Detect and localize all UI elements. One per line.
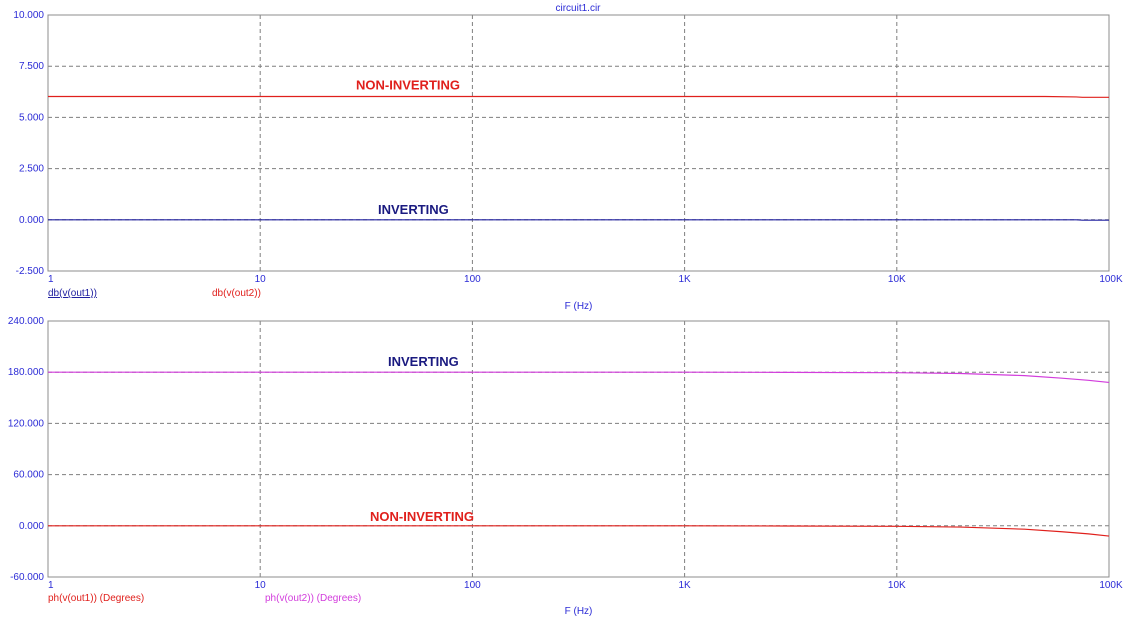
y-tick-label: 120.000 <box>8 418 45 429</box>
y-tick-label: 60.000 <box>13 470 44 481</box>
annotation-label: INVERTING <box>388 354 459 369</box>
y-tick-label: -2.500 <box>16 266 45 277</box>
annotation-label: INVERTING <box>378 202 449 217</box>
y-tick-label: 7.500 <box>19 61 44 72</box>
legend-entry: ph(v(out2)) (Degrees) <box>265 593 361 604</box>
y-tick-label: 180.000 <box>8 367 45 378</box>
x-tick-label: 1K <box>678 274 691 285</box>
x-tick-label: 10K <box>888 274 906 285</box>
bode-plot-figure: circuit1.cir -2.500 0.000 2.500 5.000 7.500 1… <box>8 3 1123 617</box>
y-tick-label: 0.000 <box>19 215 44 226</box>
plot-frame <box>47 14 1110 272</box>
series-line-db-v-out2- <box>48 95 1109 98</box>
plot-frame <box>47 320 1110 578</box>
annotation-label: NON-INVERTING <box>370 509 474 524</box>
x-tick-label: 100K <box>1099 580 1123 591</box>
x-tick-label: 100K <box>1099 274 1123 285</box>
series-line-ph-v-out1-degrees- <box>48 525 1110 537</box>
plot-panel-2: -60.000 0.000 60.000 120.000 180.000 240.000 1… <box>8 316 1123 617</box>
x-tick-label: 1 <box>48 274 54 285</box>
y-tick-label: 2.500 <box>19 164 44 175</box>
x-tick-label: 10K <box>888 580 906 591</box>
annotation-label: NON-INVERTING <box>356 78 460 93</box>
y-tick-label: 240.000 <box>8 316 45 327</box>
legend-entry: db(v(out2)) <box>212 288 261 299</box>
x-tick-label: 1 <box>48 580 54 591</box>
plot-panel-1: -2.500 0.000 2.500 5.000 7.500 10.000 1 10 100 1K… <box>13 10 1123 312</box>
x-tick-label: 100 <box>464 274 481 285</box>
y-tick-label: 5.000 <box>19 112 44 123</box>
series-line-ph-v-out2-degrees- <box>48 371 1110 384</box>
x-tick-label: 1K <box>678 580 691 591</box>
figure-title: circuit1.cir <box>555 3 601 14</box>
x-axis-label: F (Hz) <box>565 301 593 312</box>
legend-entry: db(v(out1)) <box>48 288 97 299</box>
x-tick-label: 10 <box>255 580 267 591</box>
x-axis-label: F (Hz) <box>565 606 593 617</box>
x-tick-label: 10 <box>255 274 267 285</box>
y-tick-label: 0.000 <box>19 521 44 532</box>
y-tick-label: -60.000 <box>10 572 44 583</box>
x-tick-label: 100 <box>464 580 481 591</box>
y-tick-label: 10.000 <box>13 10 44 21</box>
legend-entry: ph(v(out1)) (Degrees) <box>48 593 144 604</box>
